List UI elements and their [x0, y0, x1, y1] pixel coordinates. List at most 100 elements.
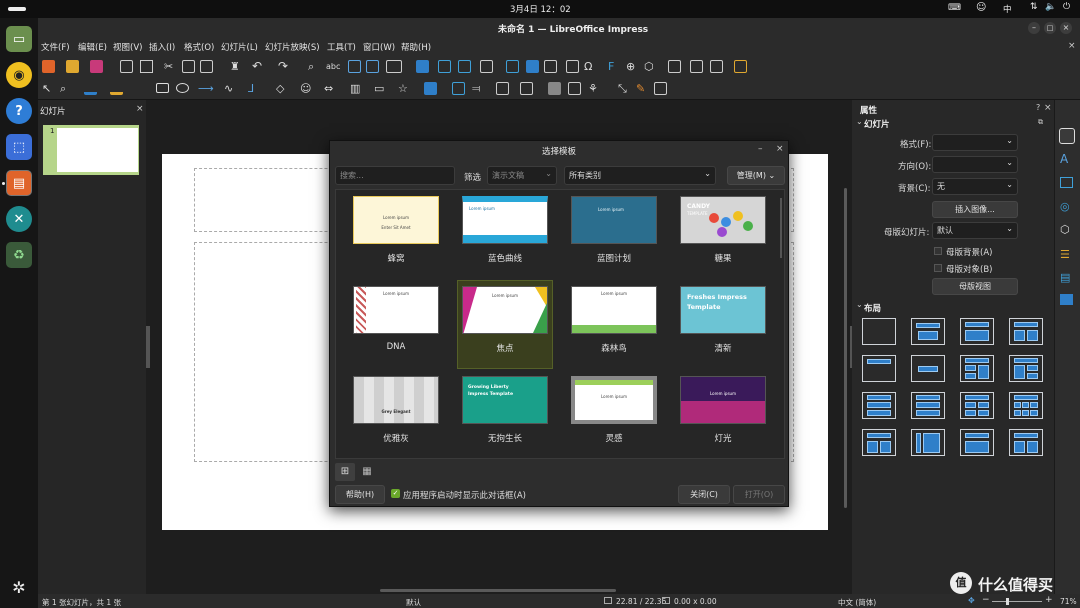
master-objects-checkbox[interactable] — [934, 264, 942, 272]
symbol-shapes-icon[interactable]: ☺ — [300, 82, 313, 95]
layout-title-2content[interactable] — [1009, 318, 1043, 345]
show-apps-icon[interactable]: ✲ — [6, 574, 32, 600]
comment-icon[interactable] — [668, 60, 681, 73]
zoom-slider-handle[interactable] — [1006, 598, 1009, 605]
list-view-toggle[interactable]: ▦ — [357, 463, 377, 481]
menu-format[interactable]: 格式(O) — [184, 41, 214, 53]
flowchart-icon[interactable]: ▥ — [350, 82, 363, 95]
template-thumb-growing[interactable]: Growing Liberty Impress Template — [462, 376, 548, 424]
spelling-icon[interactable]: abc — [326, 60, 340, 73]
select-icon[interactable]: ↖ — [42, 82, 55, 95]
layout-title-vertical-2[interactable] — [1009, 429, 1043, 456]
help-icon[interactable]: ? — [6, 98, 32, 124]
files-icon[interactable]: ▭ — [6, 26, 32, 52]
impress-icon[interactable]: ▤ — [6, 170, 32, 196]
network-icon[interactable]: ⇅ — [1030, 2, 1038, 12]
table-icon[interactable] — [480, 60, 493, 73]
menu-insert[interactable]: 插入(I) — [149, 41, 175, 53]
dialog-close-icon[interactable]: × — [776, 144, 784, 154]
styles-tab-icon[interactable]: A — [1060, 152, 1068, 166]
zoom-out-icon[interactable]: − — [982, 595, 990, 605]
distribute-icon[interactable] — [520, 82, 533, 95]
stars-icon[interactable]: ☆ — [398, 82, 411, 95]
template-thumb-blue-curve[interactable]: Lorem ipsum — [462, 196, 548, 244]
zoom-icon[interactable]: ⌕ — [60, 82, 73, 95]
start-current-slide-icon[interactable] — [458, 60, 471, 73]
shapes-icon[interactable]: ⬡ — [644, 60, 657, 73]
template-thumb-blueprint[interactable]: Lorem ipsum — [571, 196, 657, 244]
special-character-icon[interactable]: Ω — [584, 60, 597, 73]
hyperlink-icon[interactable]: ⊕ — [626, 60, 639, 73]
layout-centered-text[interactable] — [911, 355, 945, 382]
print-icon[interactable] — [140, 60, 153, 73]
chart-icon[interactable] — [526, 60, 539, 73]
properties-tab-icon[interactable] — [1059, 128, 1075, 144]
template-thumb-dna[interactable]: Lorem ipsum — [353, 286, 439, 334]
zoom-level[interactable]: 71% — [1060, 597, 1077, 606]
background-combo[interactable]: 无 ⌄ — [932, 178, 1018, 195]
helplines-icon[interactable] — [366, 60, 379, 73]
template-thumb-candy[interactable]: CANDY TEMPLATE — [680, 196, 766, 244]
close-window-button[interactable]: × — [1060, 22, 1072, 34]
animation-tab-icon[interactable]: ▤ — [1060, 271, 1070, 284]
menu-window[interactable]: 窗口(W) — [363, 41, 395, 53]
master-slide-combo[interactable]: 默认 ⌄ — [932, 222, 1018, 239]
arrange-icon[interactable] — [496, 82, 509, 95]
navigator-tab-icon[interactable]: ◎ — [1060, 200, 1070, 213]
layout-vertical-title[interactable] — [862, 429, 896, 456]
cut-icon[interactable]: ✂ — [164, 60, 177, 73]
orientation-combo[interactable]: ⌄ — [932, 156, 1018, 173]
basic-shapes-icon[interactable]: ◇ — [276, 82, 289, 95]
crop-icon[interactable] — [568, 82, 581, 95]
master-view-button[interactable]: 母版视图 — [932, 278, 1018, 295]
vertical-scrollbar[interactable] — [844, 188, 847, 508]
image-icon[interactable] — [506, 60, 519, 73]
export-pdf-icon[interactable] — [120, 60, 133, 73]
clock[interactable]: 3月4日 12：02 — [510, 3, 571, 15]
sidebar-help-icon[interactable]: ? — [1036, 103, 1040, 112]
menu-slide[interactable]: 幻灯片(L) — [221, 41, 258, 53]
dialog-minimize-button[interactable]: – — [758, 144, 763, 154]
menu-tools[interactable]: 工具(T) — [327, 41, 356, 53]
fontwork-icon[interactable]: F — [608, 60, 621, 73]
category-combo[interactable]: 所有类别 ⌄ — [564, 166, 716, 185]
template-thumb-lights[interactable]: Lorem ipsum — [680, 376, 766, 424]
help-button[interactable]: 帮助(H) — [335, 485, 385, 504]
menu-file[interactable]: 文件(F) — [41, 41, 70, 53]
fit-slide-icon[interactable]: ✥ — [968, 596, 975, 605]
manage-button[interactable]: 管理(M) ⌄ — [727, 166, 785, 185]
horizontal-scrollbar[interactable] — [380, 589, 616, 592]
line-icon[interactable]: ⟶ — [198, 82, 214, 95]
glue-points-icon[interactable]: ✎ — [636, 82, 649, 95]
save-icon[interactable] — [90, 60, 103, 73]
template-search-input[interactable]: 搜索... — [335, 166, 455, 185]
template-thumb-inspiration[interactable]: Lorem ipsum — [571, 376, 657, 424]
open-button[interactable]: 打开(O) — [733, 485, 785, 504]
slide-thumbnail[interactable]: 1 — [43, 125, 139, 175]
header-footer-icon[interactable] — [690, 60, 703, 73]
accessibility-icon[interactable]: ☺ — [976, 2, 986, 13]
filter-icon[interactable]: ⚘ — [588, 82, 601, 95]
close-document-icon[interactable]: × — [1068, 41, 1076, 51]
textbox-icon[interactable] — [566, 60, 579, 73]
new-icon[interactable] — [42, 60, 55, 73]
line-color-icon[interactable] — [84, 82, 97, 95]
keyboard-icon[interactable]: ⌨ — [948, 3, 961, 13]
layout-title-content[interactable] — [960, 318, 994, 345]
layout-title-content-2content[interactable] — [1009, 355, 1043, 382]
menu-edit[interactable]: 编辑(E) — [78, 41, 107, 53]
layout-chevron-icon[interactable]: ⌄ — [856, 300, 863, 309]
clone-formatting-icon[interactable]: ♜ — [230, 60, 243, 73]
align-icon[interactable]: ⫤ — [472, 82, 485, 95]
filter-combo[interactable]: 演示文稿 ⌄ — [487, 166, 557, 185]
template-thumb-fresh[interactable]: Freshes Impress Template — [680, 286, 766, 334]
shadow-icon[interactable] — [548, 82, 561, 95]
template-thumb-grey-elegant[interactable]: Grey Elegant — [353, 376, 439, 424]
chevron-down-icon[interactable]: ⌄ — [856, 117, 863, 126]
close-button[interactable]: 关闭(C) — [678, 485, 730, 504]
input-method[interactable]: 中 — [1003, 3, 1012, 15]
3d-objects-icon[interactable] — [424, 82, 437, 95]
language[interactable]: 中文 (简体) — [838, 597, 876, 608]
layout-title-vertical-text[interactable] — [960, 429, 994, 456]
insert-image-button[interactable]: 插入图像... — [932, 201, 1018, 218]
